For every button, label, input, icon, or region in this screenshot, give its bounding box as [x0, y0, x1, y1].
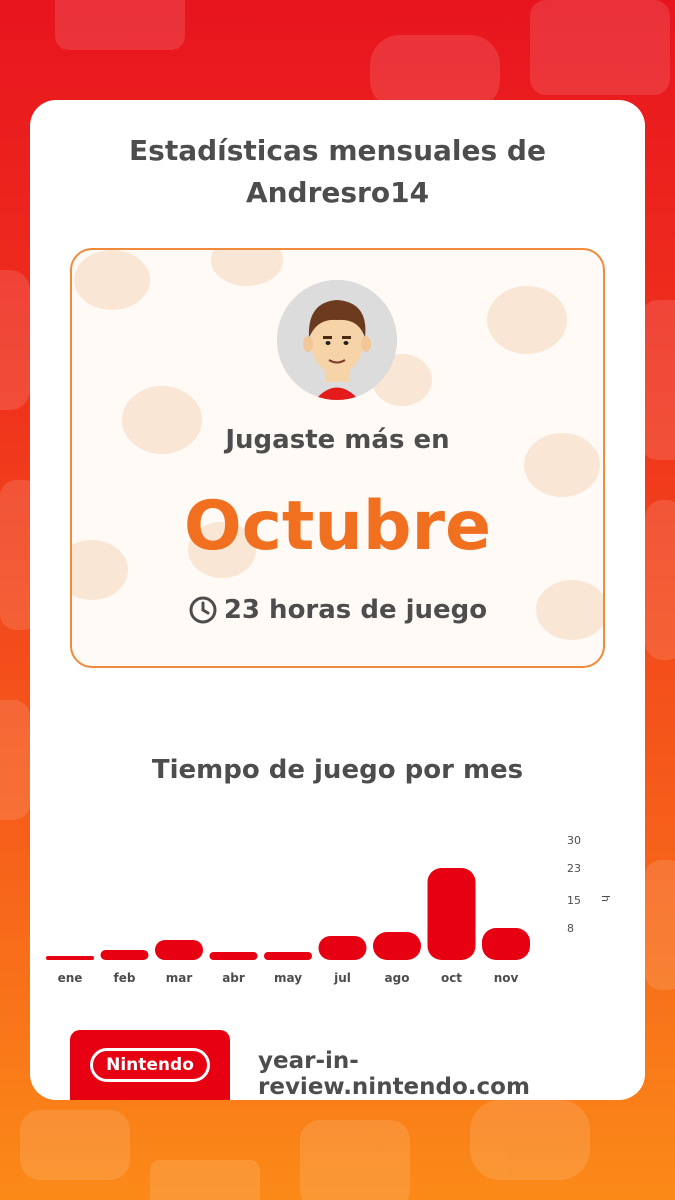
x-tick-label: oct: [441, 971, 462, 985]
site-url[interactable]: year-in-review.nintendo.com: [258, 1048, 618, 1100]
bar-may: [264, 952, 312, 960]
bar-ago: [373, 932, 421, 960]
bar-feb: [100, 950, 149, 960]
nintendo-logo-box: Nintendo: [70, 1030, 230, 1100]
top-month: Octubre: [183, 487, 492, 566]
y-unit-label: h: [599, 895, 612, 902]
nintendo-logo: Nintendo: [90, 1048, 210, 1082]
y-tick-label: 15: [567, 894, 581, 907]
title-line-1: Estadísticas mensuales de: [129, 134, 546, 167]
x-tick-label: feb: [114, 971, 136, 985]
x-tick-label: may: [274, 971, 302, 985]
bar-jul: [318, 936, 367, 960]
avatar: [277, 280, 397, 400]
username: Andresro14: [245, 176, 430, 209]
top-month-panel: Jugaste más en Octubre 23 horas de juego: [70, 248, 605, 668]
x-tick-label: nov: [494, 971, 519, 985]
y-tick-label: 30: [567, 834, 581, 847]
played-most-label: Jugaste más en: [225, 425, 450, 455]
hours-row: 23 horas de juego: [72, 595, 603, 625]
monthly-playtime-chart: 30 23 15 8 h ene feb mar abr may jul ago oct nov: [46, 834, 612, 985]
y-tick-label: 23: [567, 862, 581, 875]
bar-ene: [46, 956, 94, 960]
bar-mar: [155, 940, 203, 960]
page-title: Estadísticas mensuales de Andresro14: [30, 130, 645, 214]
mii-face-icon: [277, 280, 397, 400]
bar-nov: [482, 928, 530, 960]
chart-title: Tiempo de juego por mes: [151, 755, 524, 785]
x-tick-label: abr: [222, 971, 245, 985]
x-tick-label: ene: [58, 971, 83, 985]
y-tick-label: 8: [567, 922, 574, 935]
clock-icon: [189, 596, 217, 624]
play-hours-text: 23 horas de juego: [223, 595, 488, 625]
review-card: Estadísticas mensuales de Andresro14 Jug…: [30, 100, 645, 1100]
x-tick-label: jul: [333, 971, 351, 985]
x-tick-label: ago: [385, 971, 410, 985]
bar-oct: [427, 868, 476, 960]
bar-abr: [209, 952, 258, 960]
x-tick-label: mar: [166, 971, 193, 985]
